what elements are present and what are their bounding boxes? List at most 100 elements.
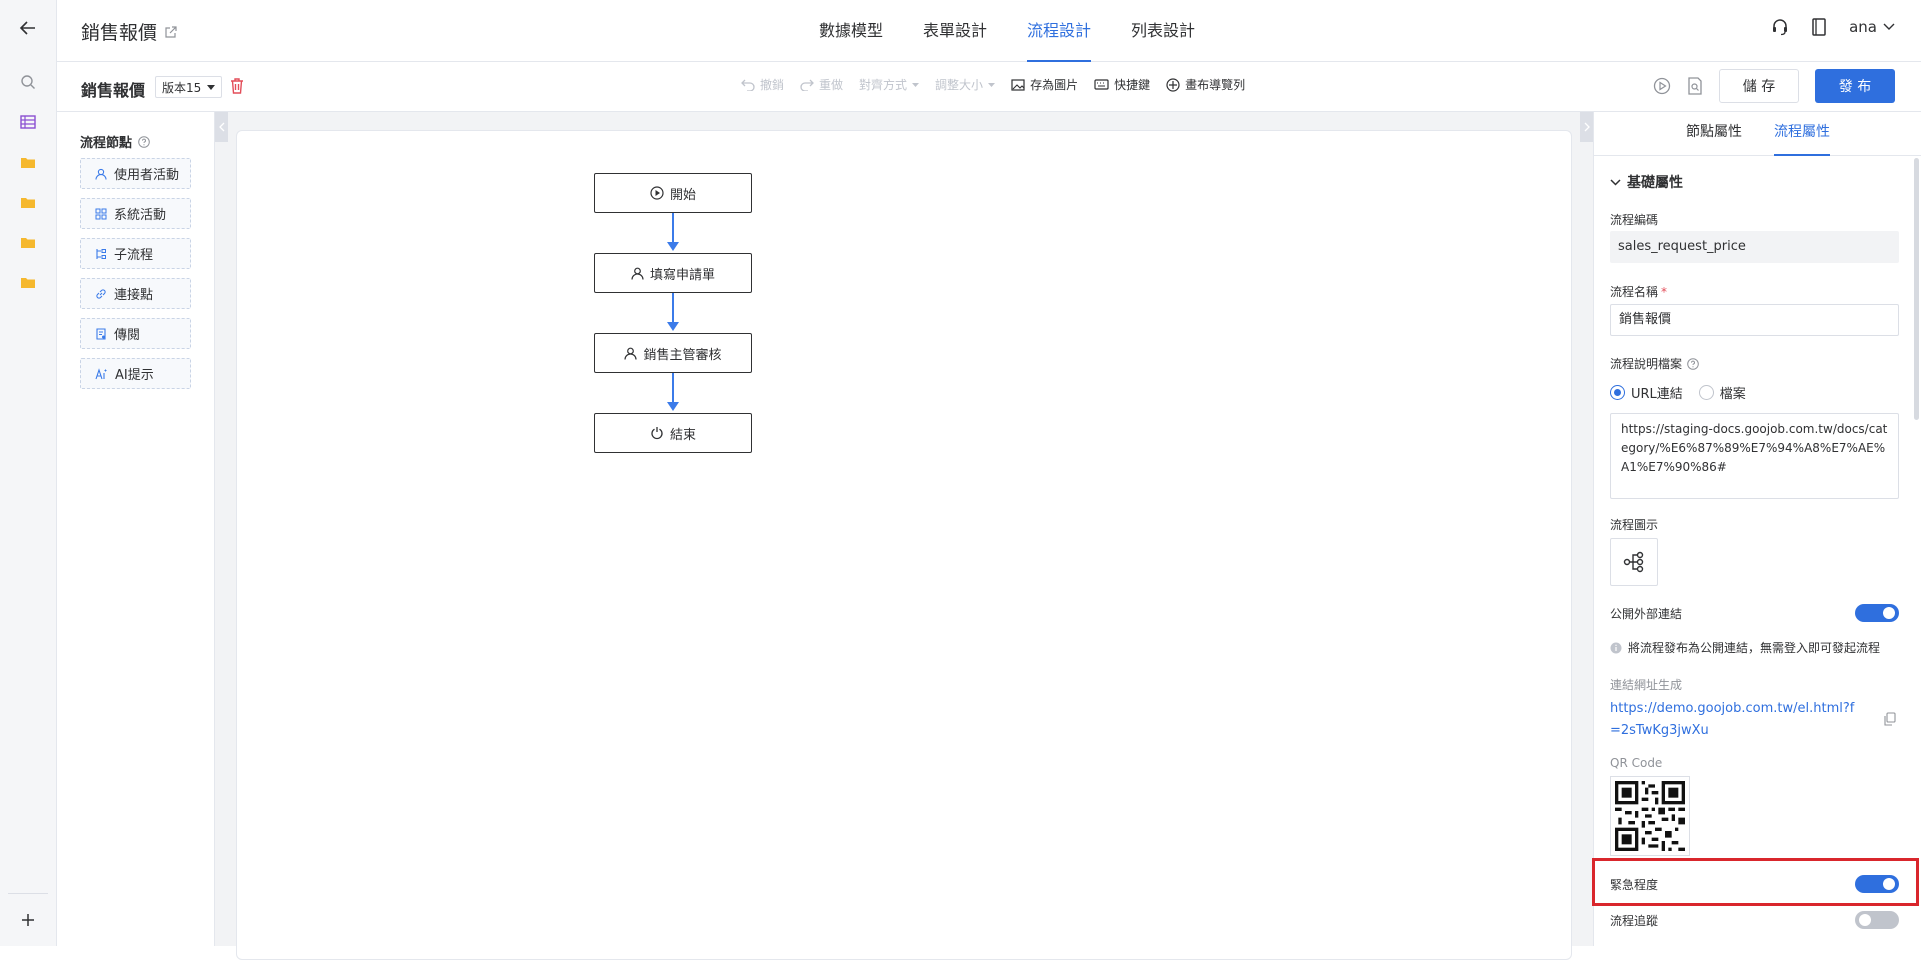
save-image-label: 存為圖片 — [1030, 78, 1079, 92]
section-title: 基礎屬性 — [1627, 175, 1683, 191]
caret-down-icon — [912, 82, 920, 87]
undo-label: 撤銷 — [760, 78, 785, 92]
table-icon[interactable] — [16, 110, 40, 134]
ai-icon — [95, 367, 108, 380]
flow-node-end[interactable]: 結束 — [594, 413, 752, 453]
section-basic-properties[interactable]: 基礎屬性 — [1610, 172, 1683, 192]
flow-node-label: 銷售主管審核 — [643, 347, 722, 363]
properties-scrollbar[interactable] — [1914, 158, 1919, 420]
tab-list-design[interactable]: 列表設計 — [1111, 0, 1215, 62]
folder-icon[interactable] — [16, 270, 40, 294]
subflow-icon — [95, 248, 107, 260]
highlight-box — [1592, 858, 1919, 906]
tab-node-properties[interactable]: 節點屬性 — [1686, 112, 1742, 156]
flow-icon-picker[interactable] — [1610, 538, 1658, 586]
node-type-circulate[interactable]: 傳閱 — [80, 318, 191, 349]
document-search-icon[interactable] — [1687, 77, 1703, 95]
folder-icon[interactable] — [16, 230, 40, 254]
user-menu[interactable]: ana — [1849, 18, 1895, 36]
public-link-row: 公開外部連結 — [1610, 604, 1899, 622]
tab-data-model[interactable]: 數據模型 — [799, 0, 903, 62]
info-icon — [1610, 642, 1622, 654]
node-type-user-activity[interactable]: 使用者活動 — [80, 158, 191, 189]
folder-icon[interactable] — [16, 150, 40, 174]
flow-node-label: 開始 — [669, 187, 696, 203]
qr-code-image — [1610, 776, 1690, 856]
app-title-text: 銷售報價 — [81, 22, 158, 44]
back-arrow-icon[interactable] — [16, 16, 40, 40]
header-actions: ana — [1771, 18, 1895, 36]
radio-file-label: 檔案 — [1719, 387, 1746, 402]
doc-url-textarea[interactable]: https://staging-docs.goojob.com.tw/docs/… — [1610, 413, 1899, 499]
radio-file[interactable]: 檔案 — [1698, 383, 1746, 402]
book-icon[interactable] — [1811, 18, 1827, 36]
folder-icon[interactable] — [16, 190, 40, 214]
tab-form-design[interactable]: 表單設計 — [903, 0, 1007, 62]
tracking-toggle[interactable] — [1855, 911, 1899, 929]
shortcuts-label: 快捷鍵 — [1114, 78, 1151, 92]
copy-icon[interactable] — [1884, 712, 1896, 726]
user-icon — [95, 168, 107, 180]
qr-code-label: QR Code — [1610, 756, 1663, 770]
version-select[interactable]: 版本15 — [155, 76, 223, 98]
flow-edge[interactable] — [672, 213, 674, 243]
designer-tabs: 數據模型 表單設計 流程設計 列表設計 — [799, 0, 1215, 62]
flow-node-start[interactable]: 開始 — [594, 173, 752, 213]
node-palette: 流程節點 使用者活動 系統活動 子流程 連接點 傳閱 AI提示 — [57, 112, 215, 946]
tab-flow-design[interactable]: 流程設計 — [1007, 0, 1111, 62]
save-button[interactable]: 儲 存 — [1719, 69, 1799, 103]
publish-button[interactable]: 發 布 — [1815, 69, 1895, 103]
caret-down-icon — [988, 82, 996, 87]
preview-play-icon[interactable] — [1653, 77, 1671, 95]
add-icon[interactable] — [16, 908, 40, 932]
support-headset-icon[interactable] — [1771, 18, 1789, 36]
align-dropdown[interactable]: 對齊方式 — [859, 76, 920, 93]
resize-dropdown[interactable]: 調整大小 — [935, 76, 996, 93]
public-link-url[interactable]: https://demo.goojob.com.tw/el.html?f=2sT… — [1610, 698, 1860, 742]
flow-edge[interactable] — [672, 373, 674, 403]
canvas-nav-button[interactable]: 畫布導覽列 — [1166, 76, 1245, 93]
flow-name-label-text: 流程名稱 — [1610, 285, 1659, 299]
node-type-system-activity[interactable]: 系統活動 — [80, 198, 191, 229]
rail-divider — [8, 893, 48, 894]
flow-arrow — [667, 322, 679, 331]
tab-flow-properties[interactable]: 流程屬性 — [1774, 112, 1830, 156]
undo-button[interactable]: 撤銷 — [741, 76, 784, 93]
flow-tree-icon — [1623, 551, 1645, 573]
flow-canvas[interactable]: 開始 填寫申請單 銷售主管審核 結束 — [236, 130, 1572, 960]
external-link-icon[interactable] — [165, 25, 177, 38]
flow-arrow — [667, 402, 679, 411]
radio-url-link[interactable]: URL連結 — [1610, 383, 1683, 402]
user-icon — [624, 347, 638, 360]
flow-name: 銷售報價 — [81, 81, 146, 100]
node-palette-title: 流程節點 — [80, 132, 150, 151]
redo-button[interactable]: 重做 — [800, 76, 843, 93]
link-generation-label: 連結網址生成 — [1610, 678, 1683, 692]
flow-name-field[interactable]: 銷售報價 — [1610, 304, 1899, 336]
search-icon[interactable] — [16, 70, 40, 94]
properties-panel: 節點屬性 流程屬性 基礎屬性 流程編碼 sales_request_price … — [1593, 112, 1921, 946]
caret-down-icon — [207, 84, 216, 90]
undo-icon — [741, 79, 755, 91]
public-link-toggle[interactable] — [1855, 604, 1899, 622]
save-image-button[interactable]: 存為圖片 — [1011, 76, 1078, 93]
node-type-label: 子流程 — [114, 248, 154, 263]
delete-version-icon[interactable] — [230, 78, 244, 94]
shortcuts-button[interactable]: 快捷鍵 — [1094, 76, 1150, 93]
top-header: 銷售報價 數據模型 表單設計 流程設計 列表設計 ana — [57, 0, 1921, 62]
flow-node-fill-form[interactable]: 填寫申請單 — [594, 253, 752, 293]
node-type-connector[interactable]: 連接點 — [80, 278, 191, 309]
grid-icon — [95, 208, 107, 220]
help-icon[interactable] — [138, 135, 150, 148]
required-mark: * — [1661, 285, 1668, 299]
flow-doc-label-text: 流程說明檔案 — [1610, 357, 1683, 371]
help-icon[interactable] — [1687, 357, 1699, 370]
collapse-right-panel[interactable] — [1580, 112, 1593, 142]
app-title: 銷售報價 — [81, 18, 177, 45]
flow-node-sales-manager-review[interactable]: 銷售主管審核 — [594, 333, 752, 373]
public-link-label: 公開外部連結 — [1610, 606, 1683, 621]
node-type-ai-prompt[interactable]: AI提示 — [80, 358, 191, 389]
collapse-left-panel[interactable] — [215, 112, 228, 142]
node-type-subflow[interactable]: 子流程 — [80, 238, 191, 269]
flow-edge[interactable] — [672, 293, 674, 323]
